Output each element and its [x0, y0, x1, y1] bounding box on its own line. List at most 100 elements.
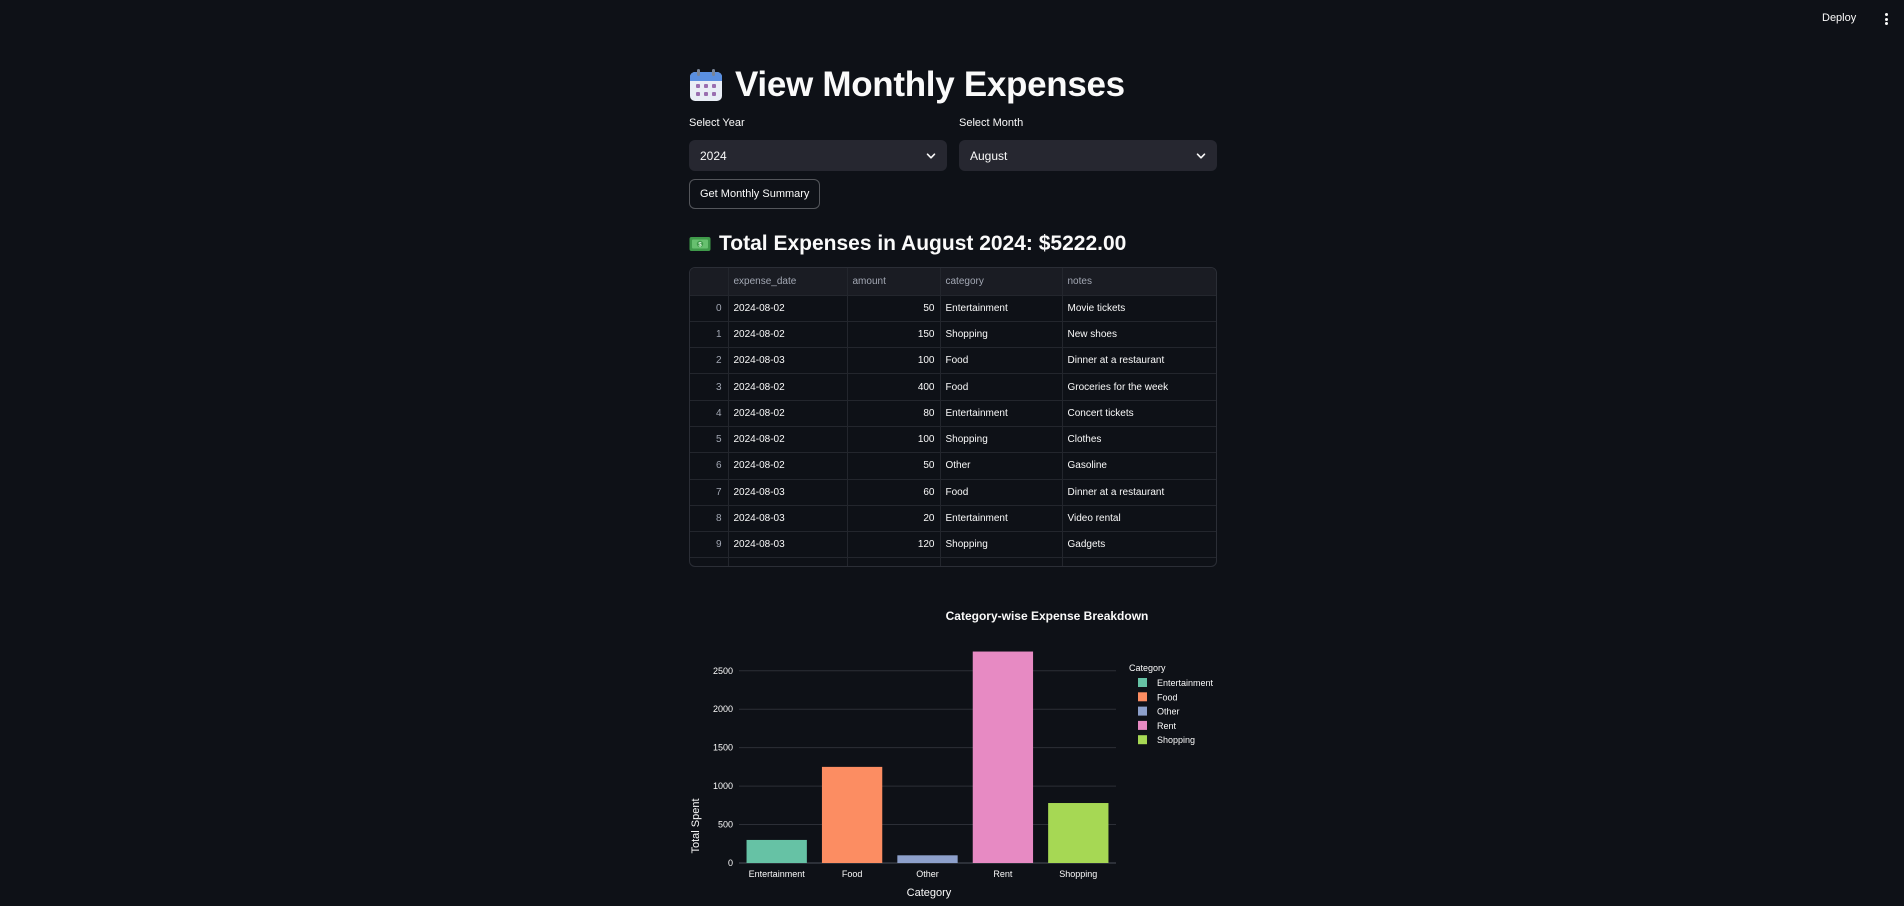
x-tick-label: Food — [842, 869, 863, 879]
column-header-expense-date[interactable]: expense_date — [728, 268, 848, 296]
calendar-icon — [689, 68, 723, 102]
year-select[interactable]: 2024 — [689, 140, 947, 171]
table-cell-expense-date: 2024-08-02 — [728, 373, 848, 401]
table-cell-notes: Dinner at a restaurant — [1062, 347, 1216, 375]
table-cell-index: 8 — [690, 505, 729, 533]
table-row[interactable]: 3 2024-08-02 400 Food Groceries for the week — [690, 373, 1216, 401]
get-monthly-summary-button[interactable]: Get Monthly Summary — [689, 179, 821, 209]
bar-entertainment[interactable] — [746, 839, 807, 863]
table-cell-category: Entertainment — [940, 295, 1063, 322]
table-cell-category: Entertainment — [940, 400, 1063, 427]
legend-swatch — [1138, 720, 1147, 730]
table-cell-amount: 120 — [847, 531, 941, 559]
table-row[interactable]: 8 2024-08-03 20 Entertainment Video rental — [690, 505, 1216, 533]
page-title: View Monthly Expenses — [735, 65, 1125, 104]
table-cell-notes: Concert tickets — [1062, 400, 1216, 427]
table-cell-partial — [1062, 557, 1216, 566]
table-row[interactable]: 1 2024-08-02 150 Shopping New shoes — [690, 321, 1216, 349]
table-cell-expense-date: 2024-08-02 — [728, 321, 848, 349]
table-cell-notes: New shoes — [1062, 321, 1216, 349]
table-cell-notes: Gadgets — [1062, 531, 1216, 559]
table-cell-index: 3 — [690, 373, 729, 401]
legend-title: Category — [1129, 663, 1166, 673]
title-row: View Monthly Expenses — [689, 64, 1125, 106]
money-icon: $ — [689, 236, 711, 252]
table-row[interactable]: 6 2024-08-02 50 Other Gasoline — [690, 452, 1216, 480]
year-select-value: 2024 — [700, 148, 727, 163]
total-row: $ Total Expenses in August 2024: $5222.0… — [689, 230, 1126, 258]
table-cell-notes: Gasoline — [1062, 452, 1216, 480]
bar-rent[interactable] — [972, 651, 1034, 863]
table-cell-category: Shopping — [940, 321, 1063, 349]
column-header-amount[interactable]: amount — [847, 268, 941, 296]
total-expenses-heading: Total Expenses in August 2024: $5222.00 — [719, 232, 1127, 255]
table-cell-notes: Movie tickets — [1062, 295, 1216, 322]
year-label: Select Year — [689, 117, 745, 129]
table-row[interactable]: 2 2024-08-03 100 Food Dinner at a restaurant — [690, 347, 1216, 375]
table-row[interactable]: 7 2024-08-03 60 Food Dinner at a restaurant — [690, 479, 1216, 506]
month-label: Select Month — [959, 117, 1024, 129]
table-cell-expense-date: 2024-08-02 — [728, 426, 848, 454]
table-cell-category: Other — [940, 452, 1063, 480]
table-cell-expense-date: 2024-08-03 — [728, 347, 848, 375]
table-cell-index: 4 — [690, 400, 729, 427]
x-tick-label: Other — [916, 869, 939, 879]
table-cell-expense-date: 2024-08-02 — [728, 452, 848, 480]
table-cell-category: Shopping — [940, 531, 1063, 559]
table-row[interactable]: 0 2024-08-02 50 Entertainment Movie tickets — [690, 295, 1216, 322]
table-cell-category: Food — [940, 373, 1063, 401]
table-cell-expense-date: 2024-08-03 — [728, 531, 848, 559]
table-row[interactable]: 5 2024-08-02 100 Shopping Clothes — [690, 426, 1216, 454]
table-cell-amount: 100 — [847, 426, 941, 454]
table-cell-index: 0 — [690, 295, 729, 322]
table-cell-category: Food — [940, 479, 1063, 506]
table-cell-partial — [847, 557, 941, 566]
legend-swatch — [1138, 678, 1147, 687]
table-cell-index: 1 — [690, 321, 729, 349]
x-tick-label: Shopping — [1059, 869, 1097, 879]
table-cell-amount: 50 — [847, 452, 941, 480]
x-axis-label: Category — [907, 887, 952, 899]
legend-swatch — [1138, 735, 1147, 745]
table-cell-category: Food — [940, 347, 1063, 375]
expense-table[interactable]: expense_date amount category notes 0 2024… — [689, 267, 1217, 567]
legend-swatch — [1138, 692, 1147, 702]
legend-entry: Food — [1157, 692, 1178, 702]
column-header-notes[interactable]: notes — [1062, 268, 1216, 296]
bar-shopping[interactable] — [1048, 803, 1109, 863]
table-cell-amount: 20 — [847, 505, 941, 533]
year-field: Select Year 2024 — [689, 116, 947, 171]
table-cell-index: 7 — [690, 479, 729, 506]
table-cell-notes: Video rental — [1062, 505, 1216, 533]
top-bar: Deploy — [0, 0, 1904, 42]
table-header-row: expense_date amount category notes — [690, 268, 1216, 296]
table-row[interactable]: 9 2024-08-03 120 Shopping Gadgets — [690, 531, 1216, 559]
column-header-category[interactable]: category — [940, 268, 1063, 296]
bar-food[interactable] — [821, 766, 883, 863]
y-tick-label: 2000 — [713, 704, 733, 714]
table-cell-amount: 50 — [847, 295, 941, 322]
table-cell-amount: 150 — [847, 321, 941, 349]
legend-entry: Shopping — [1157, 735, 1195, 745]
y-tick-label: 0 — [728, 858, 733, 868]
month-field: Select Month August — [959, 116, 1217, 171]
legend-entry: Other — [1157, 707, 1180, 717]
deploy-button[interactable]: Deploy — [1822, 12, 1856, 24]
table-cell-partial — [690, 557, 729, 566]
table-cell-expense-date: 2024-08-03 — [728, 505, 848, 533]
y-tick-label: 1000 — [713, 781, 733, 791]
y-tick-label: 500 — [718, 820, 733, 830]
table-row[interactable]: 4 2024-08-02 80 Entertainment Concert ticket… — [690, 400, 1216, 427]
month-select[interactable]: August — [959, 140, 1217, 171]
table-cell-partial — [728, 557, 848, 566]
table-cell-expense-date: 2024-08-02 — [728, 295, 848, 322]
chart-legend: Category Entertainment Food Other Rent Shopp… — [1129, 663, 1214, 745]
column-header-index[interactable] — [690, 268, 729, 296]
table-cell-amount: 400 — [847, 373, 941, 401]
table-cell-partial — [940, 557, 1063, 566]
table-cell-notes: Clothes — [1062, 426, 1216, 454]
bar-other[interactable] — [897, 855, 958, 863]
table-cell-category: Entertainment — [940, 505, 1063, 533]
table-cell-notes: Dinner at a restaurant — [1062, 479, 1216, 506]
kebab-menu-icon[interactable] — [1882, 13, 1890, 27]
